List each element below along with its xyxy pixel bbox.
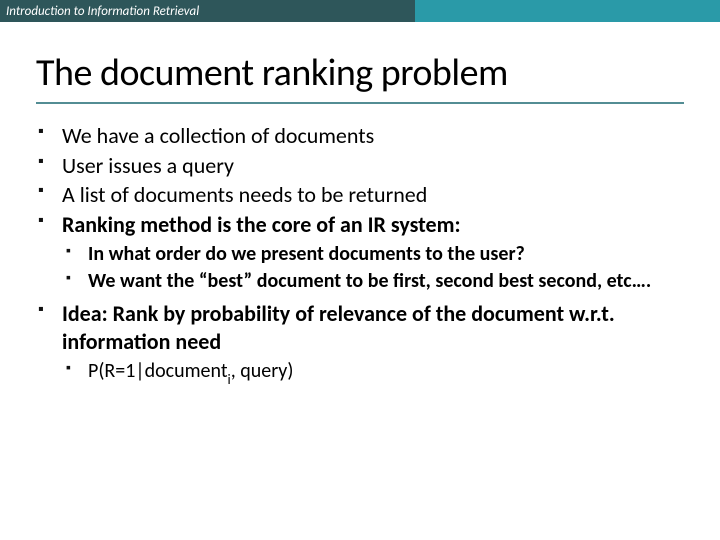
bullet-4: Ranking method is the core of an IR syst…: [36, 211, 684, 295]
bullet-4-2: We want the “best” document to be first,…: [62, 269, 684, 294]
bullet-5: Idea: Rank by probability of relevance o…: [36, 300, 684, 387]
slide-title: The document ranking problem: [36, 50, 720, 96]
bullet-5-1: P(R=1|documenti, query): [62, 359, 684, 387]
header-text: Introduction to Information Retrieval: [6, 4, 199, 19]
bullet-1: We have a collection of documents: [36, 122, 684, 150]
header-right: [415, 0, 720, 22]
bullet-2: User issues a query: [36, 152, 684, 180]
title-underline: [36, 102, 684, 104]
header-left: Introduction to Information Retrieval: [0, 0, 415, 22]
bullet-4-1: In what order do we present documents to…: [62, 242, 684, 267]
bullet-3: A list of documents needs to be returned: [36, 181, 684, 209]
header-bar: Introduction to Information Retrieval: [0, 0, 720, 22]
slide-body: We have a collection of documents User i…: [36, 122, 684, 387]
